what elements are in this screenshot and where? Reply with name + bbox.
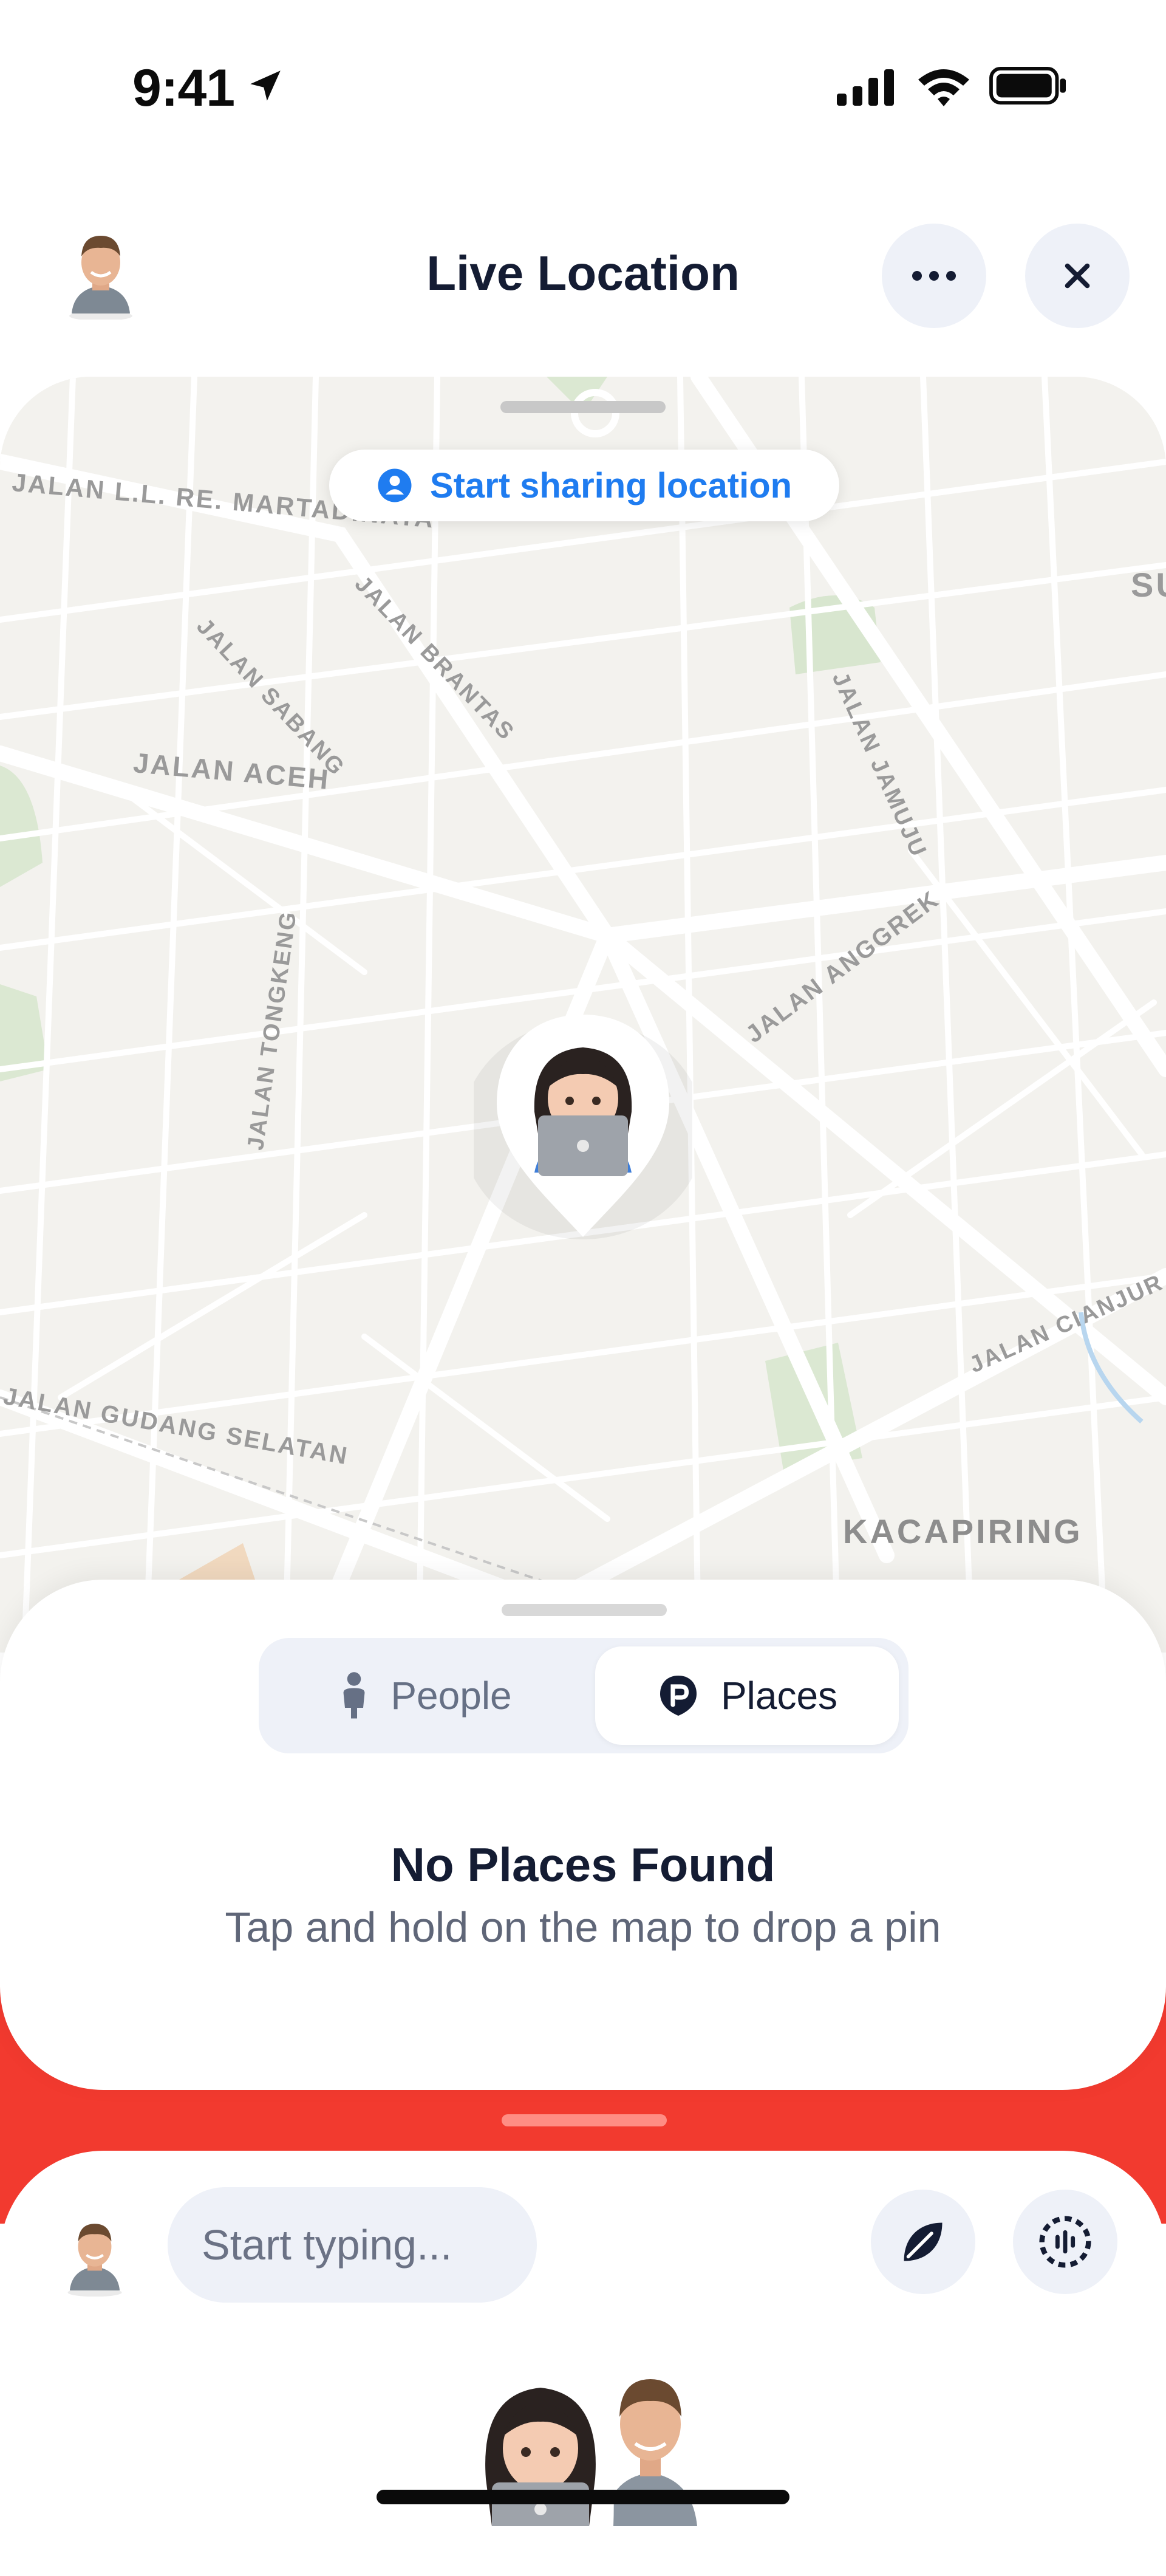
battery-icon <box>989 67 1066 104</box>
location-pin[interactable] <box>474 996 692 1252</box>
start-sharing-button[interactable]: Start sharing location <box>329 450 839 521</box>
more-icon <box>912 271 956 281</box>
voice-icon <box>1039 2216 1091 2268</box>
close-button[interactable] <box>1025 224 1130 328</box>
message-input[interactable]: Start typing... <box>168 2187 537 2303</box>
page-title: Live Location <box>426 246 740 300</box>
place-icon <box>660 1676 697 1716</box>
composer-drag-handle[interactable] <box>502 2114 667 2126</box>
empty-state-title: No Places Found <box>390 1838 776 1891</box>
tab-people[interactable]: People <box>267 1646 583 1745</box>
empty-state-subtitle: Tap and hold on the map to drop a pin <box>225 1903 941 1951</box>
home-indicator <box>377 2490 789 2504</box>
person-pin-icon <box>378 468 412 502</box>
message-input-placeholder: Start typing... <box>202 2221 452 2269</box>
voice-button[interactable] <box>1013 2190 1117 2294</box>
leaf-icon <box>904 2222 943 2261</box>
map-drag-handle[interactable] <box>500 401 666 413</box>
wifi-icon <box>918 69 969 106</box>
district-label: KACAPIRING <box>843 1512 1083 1550</box>
signal-icon <box>837 69 894 106</box>
tab-places[interactable]: Places <box>595 1646 899 1745</box>
person-icon <box>343 1672 365 1719</box>
close-icon <box>1065 263 1090 289</box>
avatar[interactable] <box>58 2211 131 2297</box>
tab-people-label: People <box>390 1674 512 1718</box>
location-arrow-icon <box>250 70 281 101</box>
start-sharing-label: Start sharing location <box>429 465 793 505</box>
status-time: 9:41 <box>132 59 235 117</box>
more-button[interactable] <box>882 224 986 328</box>
street-label: SU <box>1131 566 1166 604</box>
sticker-button[interactable] <box>871 2190 975 2294</box>
tab-places-label: Places <box>720 1674 838 1718</box>
sheet-drag-handle[interactable] <box>502 1604 667 1616</box>
